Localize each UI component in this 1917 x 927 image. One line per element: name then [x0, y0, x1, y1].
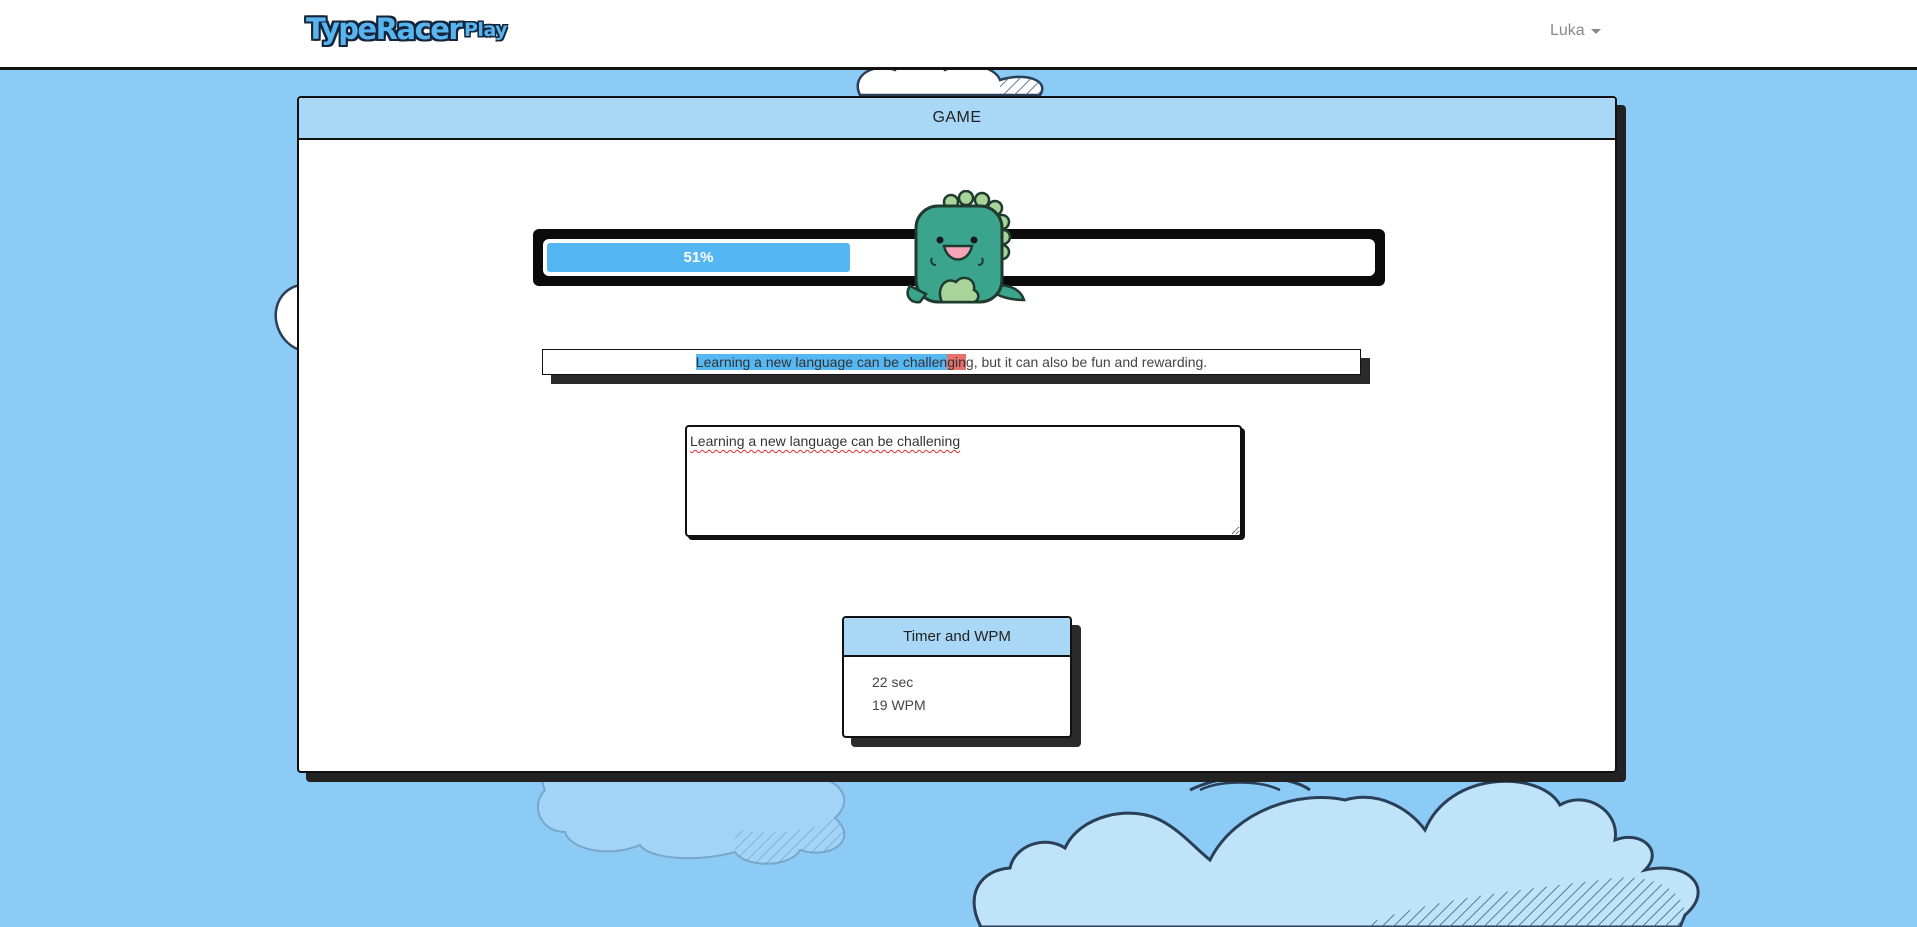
quote-remaining: g, but it can also be fun and rewarding.	[965, 354, 1208, 370]
top-navbar: TypeRacer Play Luka	[0, 0, 1917, 70]
game-card-header: GAME	[299, 98, 1615, 140]
user-menu-dropdown[interactable]: Luka	[1550, 22, 1601, 40]
quote-typed-error: gin	[947, 354, 966, 370]
words-per-minute: 19 WPM	[872, 697, 926, 713]
cloud-right	[1199, 781, 1281, 792]
quote-typed-correct: Learning a new language can be challen	[695, 354, 948, 370]
progress-fill: 51%	[547, 243, 850, 272]
timer-wpm-card: Timer and WPM 22 sec 19 WPM	[842, 616, 1072, 738]
dinosaur-avatar-icon	[906, 190, 1026, 304]
chevron-down-icon	[1590, 29, 1601, 34]
cloud-big	[972, 775, 1700, 927]
brand-logo[interactable]: TypeRacer	[306, 12, 463, 46]
user-name: Luka	[1550, 22, 1585, 39]
quote-text-box: Learning a new language can be challen gi…	[542, 349, 1361, 375]
elapsed-time: 22 sec	[872, 674, 914, 690]
typing-input[interactable]: Learning a new language can be challenin…	[685, 425, 1242, 537]
game-card: GAME 51% Learning a new language can be …	[297, 96, 1617, 773]
nav-play-link[interactable]: Play	[464, 19, 508, 41]
timer-card-header: Timer and WPM	[844, 618, 1070, 657]
